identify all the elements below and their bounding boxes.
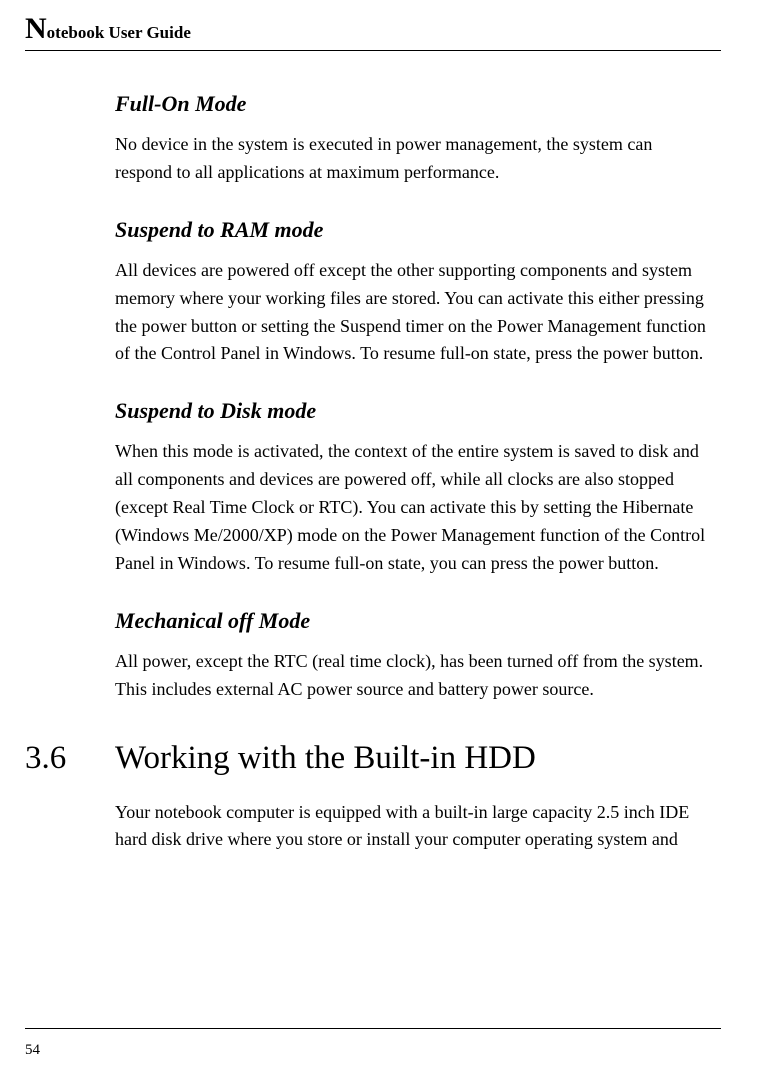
header-title-text: otebook User Guide <box>47 23 191 42</box>
body-suspend-disk: When this mode is activated, the context… <box>115 438 711 577</box>
header-dropcap: N <box>25 12 47 45</box>
heading-suspend-ram: Suspend to RAM mode <box>115 217 711 243</box>
chapter-title: Working with the Built-in HDD <box>115 740 536 777</box>
chapter-number: 3.6 <box>25 740 115 777</box>
chapter-heading-row: 3.6 Working with the Built-in HDD <box>115 704 711 799</box>
body-mechanical-off: All power, except the RTC (real time clo… <box>115 648 711 704</box>
page-content: Full-On Mode No device in the system is … <box>25 91 721 854</box>
heading-full-on-mode: Full-On Mode <box>115 91 711 117</box>
page-number: 54 <box>25 1042 40 1059</box>
page-header: Notebook User Guide <box>25 0 721 51</box>
body-full-on-mode: No device in the system is executed in p… <box>115 131 711 187</box>
body-suspend-ram: All devices are powered off except the o… <box>115 257 711 369</box>
footer-divider <box>25 1028 721 1029</box>
heading-mechanical-off: Mechanical off Mode <box>115 608 711 634</box>
chapter-body: Your notebook computer is equipped with … <box>115 799 711 855</box>
heading-suspend-disk: Suspend to Disk mode <box>115 398 711 424</box>
header-title: Notebook User Guide <box>25 23 191 42</box>
